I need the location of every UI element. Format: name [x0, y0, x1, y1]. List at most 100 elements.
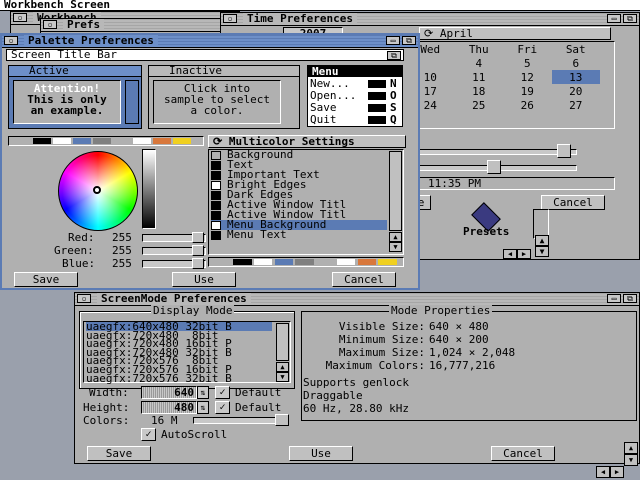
scroll-right-icon[interactable]: ▶ [610, 466, 624, 478]
width-stepper-icon[interactable]: ⇅ [197, 386, 209, 399]
calendar-day[interactable]: 13 [551, 70, 600, 84]
close-icon[interactable]: ▫ [13, 13, 27, 22]
palette-swatch[interactable] [233, 259, 252, 265]
brightness-gradient-slider[interactable] [142, 149, 156, 229]
height-stepper-icon[interactable]: ⇅ [197, 401, 209, 414]
calendar-day[interactable]: 4 [455, 56, 504, 70]
calendar-day[interactable]: 5 [503, 56, 552, 70]
width-field[interactable]: 640 [141, 386, 197, 399]
arrow-up-icon[interactable]: ▲ [389, 232, 402, 242]
zoom-icon[interactable]: ▭ [607, 294, 621, 303]
calendar-day[interactable]: 11 [455, 70, 504, 84]
screenmode-save-button[interactable]: Save [87, 446, 151, 461]
depth-icon[interactable]: ⧉ [402, 36, 416, 45]
calendar-grid[interactable]: Wed Thu Fri Sat 4 5 6 10 11 12 13 17 18 19 20 24 25 26 27 [406, 42, 600, 112]
scroll-left-icon[interactable]: ◀ [596, 466, 610, 478]
palette-swatch[interactable] [336, 259, 356, 265]
calendar-day[interactable]: 26 [503, 98, 552, 112]
screenmode-cancel-button[interactable]: Cancel [491, 446, 555, 461]
inactive-sample[interactable]: Inactive Click into sample to select a c… [148, 65, 300, 129]
palette-swatch[interactable] [93, 138, 111, 144]
menu-sample[interactable]: Menu New... N Open... O Save S Quit Q [307, 65, 403, 127]
palette-swatch[interactable] [73, 138, 91, 144]
zoom-icon[interactable]: ▭ [607, 14, 621, 23]
calendar-day[interactable]: 12 [503, 70, 552, 84]
calendar[interactable]: Wed Thu Fri Sat 4 5 6 10 11 12 13 17 18 19 20 24 25 26 27 [419, 41, 615, 129]
arrow-up-icon[interactable]: ▲ [535, 235, 549, 246]
screen-title: Workbench Screen [4, 0, 110, 11]
palette-swatch[interactable] [316, 259, 335, 265]
time-titlebar[interactable]: Time Preferences [221, 13, 639, 26]
zoom-icon[interactable]: ▭ [386, 36, 400, 45]
mode-feature: Supports genlock [303, 376, 409, 389]
close-icon[interactable]: ▫ [77, 294, 91, 303]
pen-list-item[interactable]: Menu Text [211, 229, 387, 240]
scroll-left-icon[interactable]: ◀ [503, 249, 517, 259]
palette-swatch[interactable] [378, 259, 397, 265]
height-field[interactable]: 480 [141, 401, 197, 414]
color-wheel-cursor[interactable] [93, 186, 101, 194]
palette-swatch[interactable] [253, 259, 273, 265]
hour-slider[interactable] [419, 149, 577, 155]
calendar-day[interactable]: 27 [552, 98, 601, 112]
palette-cancel-button[interactable]: Cancel [332, 272, 396, 287]
calendar-day[interactable]: 6 [552, 56, 601, 70]
palette-swatch[interactable] [274, 259, 294, 265]
palette-swatch[interactable] [173, 138, 191, 144]
hour-slider-knob[interactable] [557, 144, 571, 158]
pen-list[interactable]: Background Text Important Text Bright Edges… [208, 149, 404, 255]
palette-swatch[interactable] [133, 138, 151, 144]
calendar-day[interactable]: 20 [552, 84, 601, 98]
screenmode-use-button[interactable]: Use [289, 446, 353, 461]
screen-title-bar: Workbench Screen [0, 0, 640, 11]
palette-preferences-window[interactable]: Palette Preferences ▫ ▭ ⧉ Screen Title B… [0, 33, 420, 290]
minute-slider-knob[interactable] [487, 160, 501, 174]
palette-swatch[interactable] [33, 138, 51, 144]
arrow-down-icon[interactable]: ▼ [389, 242, 402, 252]
palette-save-button[interactable]: Save [14, 272, 78, 287]
depth-icon[interactable]: ⧉ [623, 294, 637, 303]
screen-title-sample[interactable]: Screen Title Bar ⧉ [6, 49, 404, 61]
arrow-down-icon[interactable]: ▼ [535, 246, 549, 257]
palette-swatch[interactable] [295, 259, 314, 265]
month-cycle[interactable]: ⟳ April [419, 27, 611, 40]
width-default-checkbox[interactable]: ✓ [215, 386, 230, 399]
arrow-down-icon[interactable]: ▼ [624, 454, 638, 466]
red-slider-knob[interactable] [192, 232, 204, 243]
pen-swatch-bar[interactable] [208, 257, 404, 267]
arrow-up-icon[interactable]: ▲ [276, 362, 289, 372]
palette-titlebar[interactable]: Palette Preferences [2, 35, 418, 48]
palette-swatch[interactable] [357, 259, 377, 265]
palette-use-button[interactable]: Use [172, 272, 236, 287]
green-slider-knob[interactable] [192, 245, 204, 256]
multicolor-cycle[interactable]: ⟳ Multicolor Settings [208, 135, 406, 148]
time-cancel-button[interactable]: Cancel [541, 195, 605, 210]
calendar-day[interactable]: 18 [455, 84, 504, 98]
blue-slider-knob[interactable] [192, 258, 204, 269]
screenmode-preferences-window[interactable]: ScreenMode Preferences ▫ ▭ ⧉ Display Mod… [74, 292, 640, 464]
arrow-down-icon[interactable]: ▼ [276, 372, 289, 382]
colors-slider-knob[interactable] [275, 414, 289, 426]
depth-icon[interactable]: ⧉ [623, 14, 637, 23]
prefs-titlebar[interactable]: Prefs [41, 19, 239, 32]
mode-list-item[interactable]: uaegfx:720x576 32bit B [86, 373, 272, 384]
mode-list[interactable]: uaegfx:640x480 32bit Buaegfx:720x480 8bi… [83, 321, 291, 383]
calendar-day[interactable]: 25 [455, 98, 504, 112]
palette-swatch[interactable] [53, 138, 71, 144]
autoscroll-checkbox[interactable]: ✓ [141, 428, 156, 441]
close-icon[interactable]: ▫ [223, 14, 237, 23]
close-icon[interactable]: ▫ [4, 36, 18, 45]
palette-swatch[interactable] [113, 138, 131, 144]
color-swatch-bar[interactable] [8, 136, 204, 146]
palette-swatch[interactable] [153, 138, 171, 144]
scroll-right-icon[interactable]: ▶ [517, 249, 531, 259]
arrow-up-icon[interactable]: ▲ [624, 442, 638, 454]
pen-list-scrollbar[interactable] [389, 151, 402, 231]
calendar-day[interactable]: 19 [503, 84, 552, 98]
active-sample[interactable]: Active Attention! This is only an exampl… [8, 65, 142, 129]
close-icon[interactable]: ▫ [43, 20, 57, 29]
height-default-checkbox[interactable]: ✓ [215, 401, 230, 414]
color-wheel[interactable] [58, 151, 138, 231]
mode-list-scrollbar[interactable] [276, 323, 289, 361]
green-label: Green: [54, 244, 94, 257]
